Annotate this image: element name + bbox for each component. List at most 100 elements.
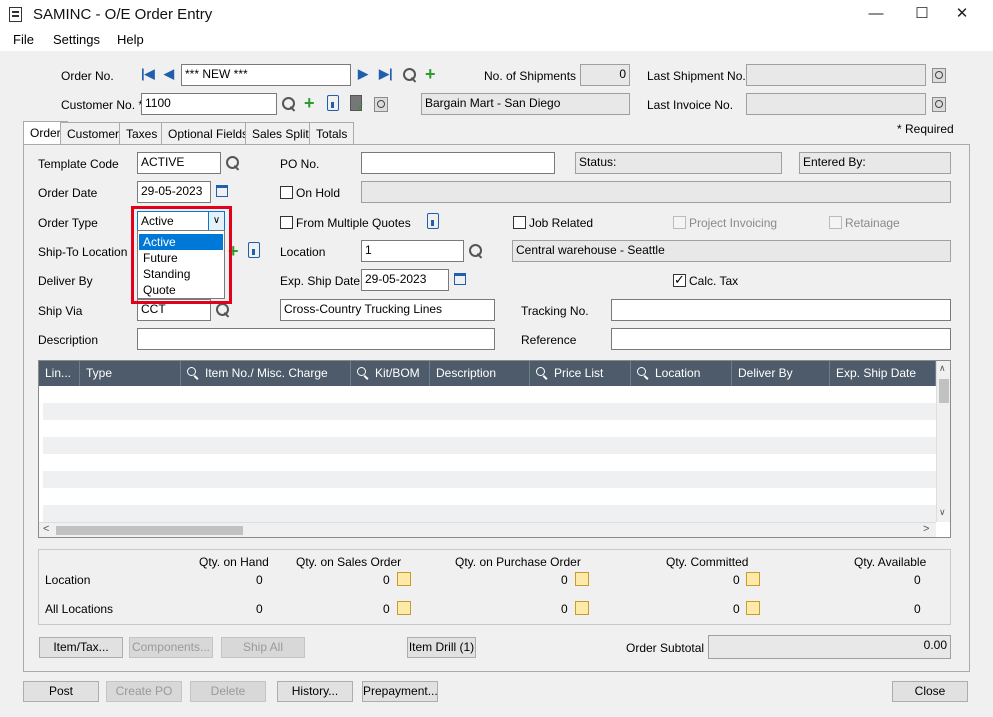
detail-grid[interactable]: Lin... Type Item No./ Misc. Charge Kit/B… <box>38 360 951 538</box>
customer-no-input[interactable]: 1100 <box>141 93 277 115</box>
exp-ship-date-calendar-icon[interactable] <box>454 273 466 285</box>
note-icon[interactable] <box>575 572 589 586</box>
note-icon[interactable] <box>397 572 411 586</box>
location-qty-on-sales-order: 0 <box>383 573 390 587</box>
note-icon[interactable] <box>746 601 760 615</box>
tracking-no-input[interactable] <box>611 299 951 321</box>
project-invoicing-checkbox[interactable] <box>673 216 686 229</box>
vertical-scroll-thumb[interactable] <box>939 379 949 403</box>
qty-on-sales-order-header: Qty. on Sales Order <box>296 555 402 569</box>
job-related-checkbox[interactable] <box>513 216 526 229</box>
ship-to-label: Ship-To Location <box>38 245 128 259</box>
horizontal-scroll-thumb[interactable] <box>56 526 243 535</box>
grid-row[interactable] <box>43 488 936 505</box>
note-icon[interactable] <box>397 601 411 615</box>
column-location[interactable]: Location <box>631 361 732 386</box>
template-code-input[interactable]: ACTIVE <box>137 152 221 174</box>
next-record-icon[interactable]: ▶ <box>358 66 368 82</box>
vertical-scrollbar[interactable]: ∧ ∨ <box>936 361 950 522</box>
components-button[interactable]: Components... <box>129 637 213 658</box>
highlight-box <box>131 206 232 304</box>
po-no-input[interactable] <box>361 152 555 174</box>
order-no-input[interactable]: *** NEW *** <box>181 64 351 86</box>
customer-check-icon[interactable]: ✓ <box>350 95 364 113</box>
close-button[interactable]: Close <box>892 681 968 702</box>
grid-row[interactable] <box>43 454 936 471</box>
menu-bar: File Settings Help <box>0 30 993 51</box>
menu-settings[interactable]: Settings <box>53 32 100 47</box>
scroll-left-icon[interactable]: < <box>43 523 49 535</box>
reference-input[interactable] <box>611 328 951 350</box>
note-icon[interactable] <box>575 601 589 615</box>
tab-customer[interactable]: Customer <box>60 122 127 144</box>
column-deliver-by[interactable]: Deliver By <box>732 361 830 386</box>
column-line[interactable]: Lin... <box>39 361 80 386</box>
last-record-icon[interactable]: ▶| <box>379 66 393 82</box>
order-finder-icon[interactable] <box>402 67 418 83</box>
customer-info-icon[interactable] <box>327 95 339 111</box>
location-input[interactable]: 1 <box>361 240 464 262</box>
close-window-button[interactable]: ✕ <box>939 0 985 30</box>
history-button[interactable]: History... <box>277 681 353 702</box>
search-icon <box>536 367 548 379</box>
post-button[interactable]: Post <box>23 681 99 702</box>
retainage-checkbox[interactable] <box>829 216 842 229</box>
location-finder-icon[interactable] <box>468 243 484 259</box>
tab-taxes[interactable]: Taxes <box>119 122 165 144</box>
scroll-down-icon[interactable]: ∨ <box>939 507 946 518</box>
on-hold-checkbox[interactable] <box>280 186 293 199</box>
delete-button[interactable]: Delete <box>190 681 266 702</box>
calc-tax-checkbox[interactable] <box>673 272 686 288</box>
customer-finder-icon[interactable] <box>281 96 297 112</box>
grid-row[interactable] <box>43 420 936 437</box>
ship-all-button[interactable]: Ship All <box>221 637 305 658</box>
item-tax-button[interactable]: Item/Tax... <box>39 637 123 658</box>
stock-all-locations-label: All Locations <box>45 602 114 616</box>
create-po-button[interactable]: Create PO <box>106 681 182 702</box>
last-invoice-drill-icon[interactable] <box>932 97 946 112</box>
ship-to-info-icon[interactable] <box>248 242 260 258</box>
all-qty-available: 0 <box>914 602 921 616</box>
tab-sales-split[interactable]: Sales Split <box>245 122 316 144</box>
grid-row[interactable] <box>43 505 936 522</box>
stock-location-label: Location <box>45 573 91 587</box>
grid-row[interactable] <box>43 471 936 488</box>
column-type[interactable]: Type <box>80 361 181 386</box>
customer-name-field: Bargain Mart - San Diego <box>421 93 630 115</box>
tab-optional-fields[interactable]: Optional Fields <box>161 122 256 144</box>
customer-drill-icon[interactable] <box>374 97 388 112</box>
new-order-icon[interactable]: + <box>425 65 436 83</box>
prepayment-button[interactable]: Prepayment... <box>362 681 438 702</box>
note-icon[interactable] <box>746 572 760 586</box>
last-invoice-field <box>746 93 926 115</box>
new-customer-icon[interactable]: + <box>304 94 315 112</box>
previous-record-icon[interactable]: ◀ <box>164 66 174 82</box>
tab-totals[interactable]: Totals <box>309 122 355 144</box>
menu-file[interactable]: File <box>13 32 34 47</box>
column-item-no[interactable]: Item No./ Misc. Charge <box>181 361 351 386</box>
last-shipment-drill-icon[interactable] <box>932 68 946 83</box>
deliver-by-label: Deliver By <box>38 274 93 288</box>
order-date-calendar-icon[interactable] <box>216 185 228 197</box>
template-finder-icon[interactable] <box>225 155 241 171</box>
horizontal-scrollbar[interactable]: < > <box>39 522 936 537</box>
column-price-list[interactable]: Price List <box>530 361 631 386</box>
first-record-icon[interactable]: |◀ <box>141 66 155 82</box>
quotes-info-icon[interactable] <box>427 213 439 229</box>
exp-ship-date-input[interactable]: 29-05-2023 <box>361 269 449 291</box>
column-description[interactable]: Description <box>430 361 530 386</box>
column-kit-bom[interactable]: Kit/BOM <box>351 361 430 386</box>
scroll-up-icon[interactable]: ∧ <box>939 363 946 374</box>
multiple-quotes-checkbox[interactable] <box>280 216 293 229</box>
minimize-button[interactable]: — <box>853 0 899 30</box>
order-date-input[interactable]: 29-05-2023 <box>137 181 211 203</box>
grid-row[interactable] <box>43 403 936 420</box>
grid-row[interactable] <box>43 437 936 454</box>
menu-help[interactable]: Help <box>117 32 144 47</box>
ship-via-finder-icon[interactable] <box>215 302 231 318</box>
grid-row[interactable] <box>43 386 936 403</box>
description-input[interactable] <box>137 328 495 350</box>
scroll-right-icon[interactable]: > <box>923 523 929 535</box>
item-drill-button[interactable]: Item Drill (1) <box>407 637 476 658</box>
column-exp-ship-date[interactable]: Exp. Ship Date <box>830 361 936 386</box>
